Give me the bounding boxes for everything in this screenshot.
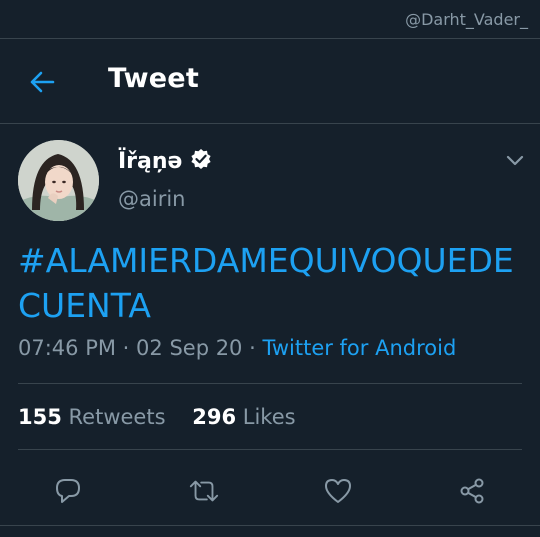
likes-stat[interactable]: 296 Likes [192, 405, 295, 429]
retweets-label: Retweets [68, 405, 166, 429]
like-icon[interactable] [322, 475, 354, 507]
tweet-stats: 155 Retweets 296 Likes [18, 405, 296, 429]
chevron-down-icon[interactable] [504, 152, 526, 170]
author-handle[interactable]: @airin [118, 187, 185, 211]
likes-label: Likes [242, 405, 296, 429]
tweet-source-link[interactable]: Twitter for Android [262, 336, 456, 360]
meta-separator: · [249, 336, 256, 360]
author-name-row: Ïřąņə [118, 148, 212, 175]
action-bar [0, 475, 540, 509]
tweet-date: 02 Sep 20 [136, 336, 243, 360]
avatar[interactable] [18, 140, 99, 221]
stats-divider [18, 449, 522, 450]
header-divider [0, 123, 540, 124]
verified-badge-icon [190, 148, 212, 175]
retweets-count: 155 [18, 405, 62, 429]
back-arrow-icon[interactable] [26, 66, 58, 98]
meta-divider [18, 383, 522, 384]
retweets-stat[interactable]: 155 Retweets [18, 405, 166, 429]
reply-icon[interactable] [52, 475, 84, 507]
header-bar: Tweet [0, 39, 540, 123]
bottom-divider [0, 525, 540, 526]
display-name[interactable]: Ïřąņə [118, 149, 182, 174]
share-icon[interactable] [456, 475, 488, 507]
page-title: Tweet [108, 63, 199, 94]
likes-count: 296 [192, 405, 237, 429]
meta-separator: · [122, 336, 130, 360]
tweet-hashtag[interactable]: #ALAMIERDAMEQUIVOQUEDECUENTA [18, 238, 523, 328]
tweet-time: 07:46 PM [18, 336, 116, 360]
tweet-meta: 07:46 PM · 02 Sep 20 · Twitter for Andro… [18, 336, 456, 360]
retweet-icon[interactable] [188, 475, 220, 507]
watermark: @Darht_Vader_ [405, 10, 528, 29]
